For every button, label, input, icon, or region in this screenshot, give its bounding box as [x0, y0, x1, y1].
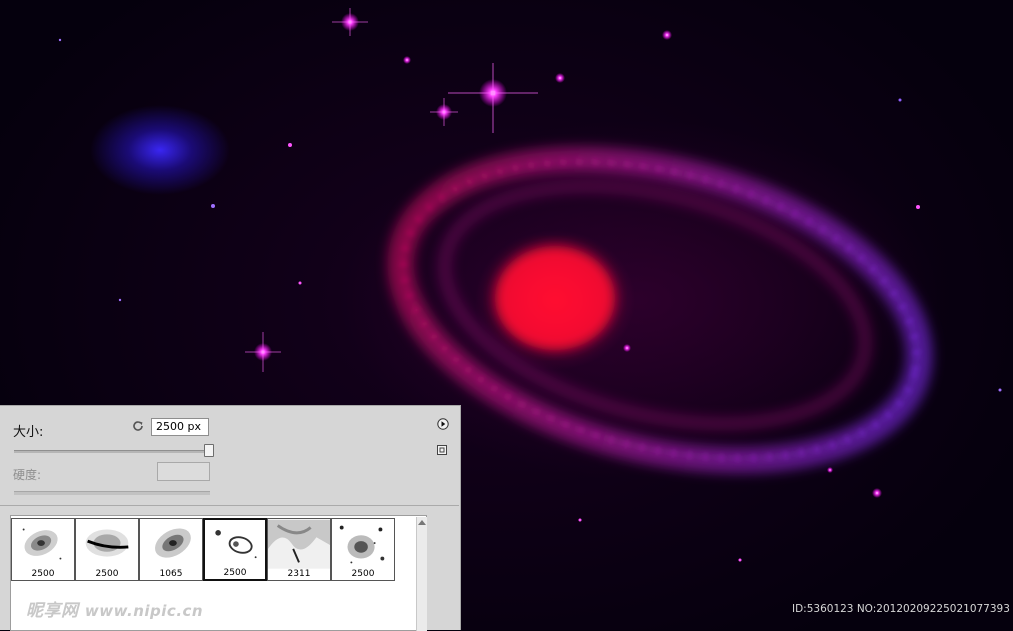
edge-on-galaxy-brush-icon — [85, 529, 129, 557]
preset-size: 2500 — [223, 568, 247, 578]
preset-tile[interactable]: 2500 — [331, 518, 395, 581]
preset-size: 1065 — [159, 569, 183, 579]
image-id-text: ID:5360123 NO:20120209225021077393 — [792, 603, 1010, 615]
scroll-up-icon[interactable] — [418, 520, 426, 525]
size-slider[interactable] — [14, 444, 214, 457]
preset-tile[interactable]: 2311 — [267, 518, 331, 581]
preset-size: 2500 — [351, 569, 375, 579]
spiral-galaxy-brush-icon — [22, 528, 62, 560]
preset-size: 2311 — [287, 569, 311, 579]
panel-menu-icon[interactable] — [437, 418, 449, 430]
watermark: 昵享网 www.nipic.cn — [26, 596, 203, 621]
size-slider-track — [14, 450, 210, 453]
reset-size-icon[interactable] — [131, 419, 145, 433]
nebula-cloud-brush-icon — [268, 519, 330, 569]
size-input[interactable]: 2500 px — [151, 418, 209, 436]
panel-divider — [0, 505, 459, 506]
preset-size: 2500 — [95, 569, 119, 579]
preset-tile[interactable]: 1065 — [139, 518, 203, 581]
preset-tile[interactable]: 2500 — [75, 518, 139, 581]
ring-galaxy-brush-icon — [215, 530, 257, 559]
starfield-galaxy-brush-icon — [339, 525, 385, 564]
preset-scrollbar[interactable] — [416, 517, 427, 631]
size-label: 大小: — [13, 425, 44, 440]
hardness-label: 硬度: — [13, 468, 42, 482]
elliptical-galaxy-brush-icon — [155, 528, 191, 558]
size-slider-thumb[interactable] — [204, 444, 214, 457]
preset-size: 2500 — [31, 569, 55, 579]
hardness-input — [157, 462, 210, 481]
watermark-url: www.nipic.cn — [84, 602, 204, 620]
watermark-logo: 昵享网 — [26, 601, 79, 621]
preset-tile-selected[interactable]: 2500 — [203, 518, 267, 581]
hardness-slider — [14, 491, 210, 495]
preset-tile[interactable]: 2500 — [11, 518, 75, 581]
new-preset-icon[interactable] — [437, 445, 447, 455]
